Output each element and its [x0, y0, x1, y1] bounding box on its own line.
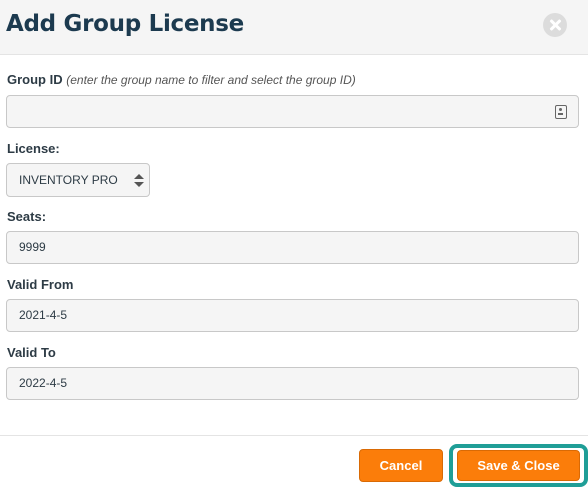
valid-from-input[interactable]: 2021-4-5: [6, 299, 579, 332]
license-select[interactable]: INVENTORY PRO: [6, 163, 150, 197]
valid-from-label: Valid From: [7, 277, 74, 292]
group-id-input[interactable]: [6, 95, 579, 128]
close-icon[interactable]: [543, 13, 567, 37]
save-and-close-button[interactable]: Save & Close: [457, 450, 580, 481]
sort-arrows-icon: [134, 174, 144, 188]
seats-input[interactable]: 9999: [6, 231, 579, 264]
license-label: License:: [7, 141, 60, 156]
group-id-label: Group ID (enter the group name to filter…: [7, 72, 356, 87]
valid-to-value: 2022-4-5: [19, 376, 68, 390]
valid-to-label: Valid To: [7, 345, 56, 360]
dialog-title: Add Group License: [6, 11, 244, 37]
license-selected-value: INVENTORY PRO: [19, 173, 118, 187]
cancel-button[interactable]: Cancel: [359, 449, 443, 482]
seats-value: 9999: [19, 240, 46, 254]
seats-label: Seats:: [7, 209, 47, 224]
group-id-label-text: Group ID: [7, 72, 63, 87]
dialog-header: Add Group License: [0, 0, 588, 55]
group-id-hint: (enter the group name to filter and sele…: [66, 73, 356, 87]
valid-to-input[interactable]: 2022-4-5: [6, 367, 579, 400]
footer-divider: [0, 435, 588, 436]
valid-from-value: 2021-4-5: [19, 308, 68, 322]
id-card-icon[interactable]: [555, 105, 567, 119]
